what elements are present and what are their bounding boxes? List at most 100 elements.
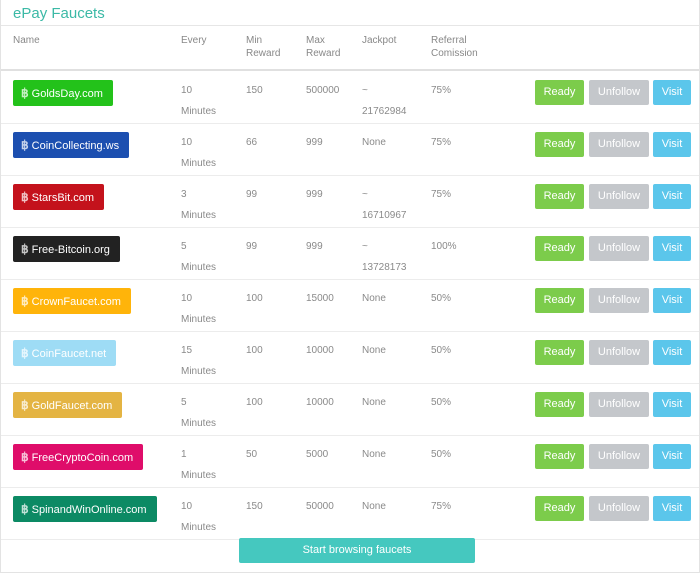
visit-button[interactable]: Visit — [653, 340, 691, 365]
visit-button[interactable]: Visit — [653, 392, 691, 417]
min-reward: 100 — [246, 293, 263, 304]
site-badge[interactable]: ฿ GoldFaucet.com — [13, 392, 123, 418]
header-name: Name — [13, 35, 40, 46]
visit-button[interactable]: Visit — [653, 184, 691, 209]
site-name: SpinandWinOnline.com — [31, 504, 147, 516]
jackpot-cell: ~16710967 — [362, 184, 407, 226]
unfollow-button[interactable]: Unfollow — [589, 496, 649, 521]
jackpot-line1: None — [362, 501, 386, 512]
site-name: GoldFaucet.com — [31, 400, 113, 412]
site-badge[interactable]: ฿ StarsBit.com — [13, 184, 104, 210]
table-row: ฿ SpinandWinOnline.com 10 Minutes 150 50000 No… — [1, 487, 699, 540]
jackpot-line2: 13728173 — [362, 262, 407, 273]
ready-button[interactable]: Ready — [535, 444, 584, 469]
every-value: 10 — [181, 501, 193, 512]
ready-button[interactable]: Ready — [535, 392, 584, 417]
every-cell: 1 Minutes — [181, 444, 216, 486]
ready-button[interactable]: Ready — [535, 80, 584, 105]
unfollow-button[interactable]: Unfollow — [589, 340, 649, 365]
min-reward: 99 — [246, 189, 258, 200]
site-name: Free-Bitcoin.org — [31, 244, 110, 256]
every-unit: Minutes — [181, 158, 217, 169]
jackpot-line1: ~ — [362, 189, 368, 200]
unfollow-button[interactable]: Unfollow — [589, 236, 649, 261]
jackpot-cell: None — [362, 444, 386, 465]
every-cell: 10 Minutes — [181, 132, 216, 174]
ready-button[interactable]: Ready — [535, 184, 584, 209]
unfollow-button[interactable]: Unfollow — [589, 80, 649, 105]
visit-button[interactable]: Visit — [653, 444, 691, 469]
table-row: ฿ CrownFaucet.com 10 Minutes 100 15000 None 50%… — [1, 279, 699, 332]
max-reward: 5000 — [306, 449, 329, 460]
unfollow-button[interactable]: Unfollow — [589, 184, 649, 209]
header-max-line2: Reward — [306, 48, 341, 59]
ready-button[interactable]: Ready — [535, 288, 584, 313]
every-unit: Minutes — [181, 210, 217, 221]
bitcoin-icon: ฿ — [21, 190, 29, 204]
ready-button[interactable]: Ready — [535, 132, 584, 157]
referral-commission: 75% — [431, 85, 452, 96]
site-name: GoldsDay.com — [31, 88, 103, 100]
table-row: ฿ CoinFaucet.net 15 Minutes 100 10000 None 50% R… — [1, 331, 699, 384]
ready-button[interactable]: Ready — [535, 340, 584, 365]
jackpot-cell: ~13728173 — [362, 236, 407, 278]
site-badge[interactable]: ฿ Free-Bitcoin.org — [13, 236, 120, 262]
start-browsing-button[interactable]: Start browsing faucets — [239, 538, 475, 563]
unfollow-button[interactable]: Unfollow — [589, 288, 649, 313]
max-reward: 500000 — [306, 85, 340, 96]
bitcoin-icon: ฿ — [21, 86, 29, 100]
referral-commission: 75% — [431, 189, 452, 200]
jackpot-cell: ~21762984 — [362, 80, 407, 122]
every-unit: Minutes — [181, 262, 217, 273]
ready-button[interactable]: Ready — [535, 236, 584, 261]
every-cell: 3 Minutes — [181, 184, 216, 226]
site-badge[interactable]: ฿ SpinandWinOnline.com — [13, 496, 157, 522]
unfollow-button[interactable]: Unfollow — [589, 444, 649, 469]
site-badge[interactable]: ฿ FreeCryptoCoin.com — [13, 444, 144, 470]
site-badge[interactable]: ฿ CrownFaucet.com — [13, 288, 131, 314]
visit-button[interactable]: Visit — [653, 132, 691, 157]
visit-button[interactable]: Visit — [653, 288, 691, 313]
bitcoin-icon: ฿ — [21, 242, 29, 256]
jackpot-cell: None — [362, 132, 386, 153]
every-value: 15 — [181, 345, 193, 356]
referral-commission: 75% — [431, 137, 452, 148]
every-value: 10 — [181, 137, 193, 148]
every-unit: Minutes — [181, 314, 217, 325]
jackpot-cell: None — [362, 288, 386, 309]
site-badge[interactable]: ฿ CoinCollecting.ws — [13, 132, 130, 158]
site-badge[interactable]: ฿ GoldsDay.com — [13, 80, 113, 106]
max-reward: 15000 — [306, 293, 334, 304]
every-cell: 10 Minutes — [181, 496, 216, 538]
jackpot-line2: 16710967 — [362, 210, 407, 221]
every-unit: Minutes — [181, 106, 217, 117]
referral-commission: 50% — [431, 293, 452, 304]
visit-button[interactable]: Visit — [653, 80, 691, 105]
jackpot-cell: None — [362, 340, 386, 361]
every-cell: 10 Minutes — [181, 288, 216, 330]
header-min-line2: Reward — [246, 48, 281, 59]
referral-commission: 100% — [431, 241, 457, 252]
table-row: ฿ StarsBit.com 3 Minutes 99 999 ~16710967 75% Re… — [1, 175, 699, 228]
site-badge[interactable]: ฿ CoinFaucet.net — [13, 340, 117, 366]
table-row: ฿ FreeCryptoCoin.com 1 Minutes 50 5000 None 50%… — [1, 435, 699, 488]
unfollow-button[interactable]: Unfollow — [589, 392, 649, 417]
min-reward: 150 — [246, 85, 263, 96]
header-referral-line1: Referral — [431, 35, 467, 46]
max-reward: 999 — [306, 241, 323, 252]
every-cell: 15 Minutes — [181, 340, 216, 382]
unfollow-button[interactable]: Unfollow — [589, 132, 649, 157]
min-reward: 66 — [246, 137, 258, 148]
table-row: ฿ GoldFaucet.com 5 Minutes 100 10000 None 50% Re… — [1, 383, 699, 436]
ready-button[interactable]: Ready — [535, 496, 584, 521]
site-name: CoinCollecting.ws — [31, 140, 120, 152]
visit-button[interactable]: Visit — [653, 236, 691, 261]
panel-title: ePay Faucets — [13, 5, 105, 22]
every-unit: Minutes — [181, 522, 217, 533]
every-value: 10 — [181, 85, 193, 96]
jackpot-line2: 21762984 — [362, 106, 407, 117]
min-reward: 100 — [246, 345, 263, 356]
visit-button[interactable]: Visit — [653, 496, 691, 521]
site-name: CoinFaucet.net — [31, 348, 107, 360]
referral-commission: 75% — [431, 501, 452, 512]
